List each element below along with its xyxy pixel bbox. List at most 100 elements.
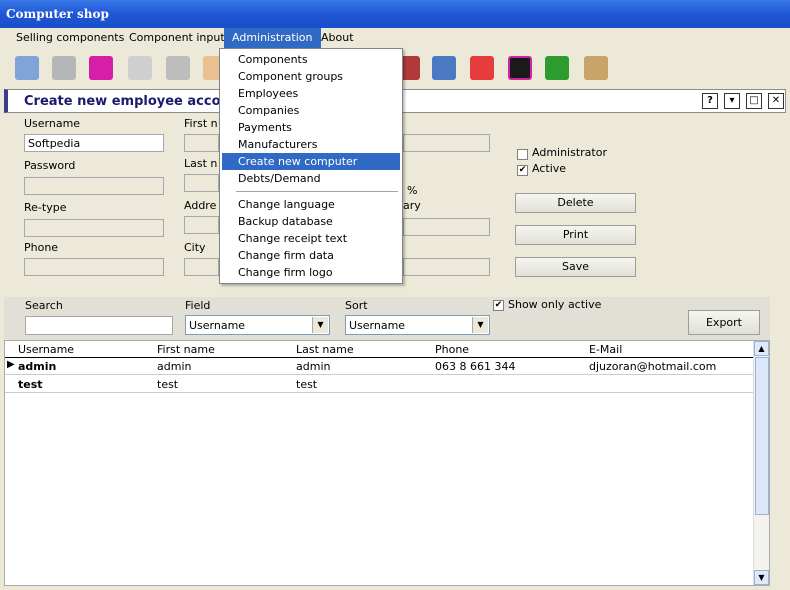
menu-item-backup-database[interactable]: Backup database [222, 213, 400, 230]
table-row[interactable]: test test test [5, 376, 755, 393]
menu-bar: Selling components Component input Admin… [0, 28, 790, 48]
scroll-thumb[interactable] [755, 357, 769, 515]
grid-header: Username First name Last name Phone E-Ma… [5, 341, 755, 358]
address-label: Addre [184, 199, 217, 212]
window-title: Computer shop [6, 7, 109, 21]
help-icon[interactable]: ? [702, 93, 718, 109]
vertical-scrollbar[interactable]: ▲ ▼ [753, 341, 769, 585]
page-title: Create new employee acco [24, 94, 221, 109]
menu-item-payments[interactable]: Payments [222, 119, 400, 136]
phone-input[interactable] [24, 258, 164, 276]
active-label: Active [532, 162, 567, 175]
retype-label: Re-type [24, 201, 67, 214]
field-label: Field [185, 299, 211, 312]
row-pointer-icon: ▶ [7, 359, 15, 370]
tools-icon[interactable] [166, 56, 190, 80]
speaker-icon[interactable] [508, 56, 532, 80]
salary-input[interactable] [403, 218, 490, 236]
col-last-name[interactable]: Last name [296, 343, 354, 356]
firstname-label: First n [184, 117, 218, 130]
city-input[interactable] [184, 258, 219, 276]
percent-label: % [407, 184, 418, 197]
dollar-icon[interactable] [545, 56, 569, 80]
cell-phone[interactable]: 063 8 661 344 [435, 360, 515, 373]
print-button[interactable]: Print [515, 225, 636, 245]
phone-label: Phone [24, 241, 59, 254]
col-email[interactable]: E-Mail [589, 343, 622, 356]
field-select[interactable]: Username ▼ [185, 315, 330, 335]
cell-email[interactable]: djuzoran@hotmail.com [589, 360, 716, 373]
lastname-label: Last n [184, 157, 218, 170]
chevron-down-icon[interactable]: ▼ [472, 317, 488, 333]
title-bar: Computer shop [0, 0, 790, 28]
field-select-value: Username [189, 319, 246, 332]
chevron-down-icon[interactable]: ▼ [312, 317, 328, 333]
menu-item-manufacturers[interactable]: Manufacturers [222, 136, 400, 153]
cell-first-name[interactable]: admin [157, 360, 191, 373]
username-label: Username [24, 117, 81, 130]
search-input[interactable] [25, 316, 173, 335]
menu-about[interactable]: About [313, 28, 362, 48]
save-button[interactable]: Save [515, 257, 636, 277]
pen-icon[interactable] [128, 56, 152, 80]
eye-icon[interactable] [470, 56, 494, 80]
menu-item-change-receipt-text[interactable]: Change receipt text [222, 230, 400, 247]
menu-separator [236, 191, 398, 192]
menu-item-companies[interactable]: Companies [222, 102, 400, 119]
cell-username[interactable]: test [18, 378, 43, 391]
show-only-active-checkbox[interactable]: ✔ [493, 300, 504, 311]
maximize-icon[interactable]: □ [746, 93, 762, 109]
password-label: Password [24, 159, 76, 172]
salary-label: ary [403, 199, 421, 212]
cell-username[interactable]: admin [18, 360, 56, 373]
col-username[interactable]: Username [18, 343, 74, 356]
network-icon[interactable] [432, 56, 456, 80]
sort-select[interactable]: Username ▼ [345, 315, 490, 335]
field-right-1[interactable] [403, 134, 490, 152]
delete-button[interactable]: Delete [515, 193, 636, 213]
city-label: City [184, 241, 206, 254]
menu-item-create-computer-system[interactable]: Create new computer system [222, 153, 400, 185]
menu-item-change-firm-data[interactable]: Change firm data [222, 247, 400, 264]
menu-administration[interactable]: Administration [224, 28, 321, 48]
close-icon[interactable]: ✕ [768, 93, 784, 109]
scroll-up-icon[interactable]: ▲ [754, 341, 769, 356]
menu-item-component-groups[interactable]: Component groups [222, 68, 400, 85]
search-label: Search [25, 299, 63, 312]
administrator-label: Administrator [532, 146, 607, 159]
firstname-input[interactable] [184, 134, 219, 152]
menu-selling-components[interactable]: Selling components [8, 28, 132, 48]
administration-menu: Components Component groups Employees Co… [219, 48, 403, 284]
cell-last-name[interactable]: admin [296, 360, 330, 373]
menu-item-change-firm-logo[interactable]: Change firm logo [222, 264, 400, 281]
username-value: Softpedia [28, 137, 81, 150]
cell-last-name[interactable]: test [296, 378, 317, 391]
table-row[interactable]: ▶ admin admin admin 063 8 661 344 djuzor… [5, 358, 755, 375]
password-input[interactable] [24, 177, 164, 195]
lastname-input[interactable] [184, 174, 219, 192]
scroll-down-icon[interactable]: ▼ [754, 570, 769, 585]
menu-item-change-language[interactable]: Change language [222, 196, 400, 213]
computer-icon[interactable] [15, 56, 39, 80]
active-checkbox[interactable]: ✔ [517, 165, 528, 176]
menu-item-employees[interactable]: Employees [222, 85, 400, 102]
cell-first-name[interactable]: test [157, 378, 178, 391]
administrator-checkbox[interactable] [517, 149, 528, 160]
col-first-name[interactable]: First name [157, 343, 215, 356]
employee-grid: Username First name Last name Phone E-Ma… [4, 340, 770, 586]
address-input[interactable] [184, 216, 219, 234]
chip-icon[interactable] [89, 56, 113, 80]
minimize-icon[interactable]: ▾ [724, 93, 740, 109]
tower-icon[interactable] [52, 56, 76, 80]
retype-input[interactable] [24, 219, 164, 237]
menu-component-input[interactable]: Component input [121, 28, 233, 48]
menu-item-debts-demand[interactable]: Debts/Demand [222, 170, 400, 187]
export-button[interactable]: Export [688, 310, 760, 335]
username-input[interactable]: Softpedia [24, 134, 164, 152]
sort-label: Sort [345, 299, 368, 312]
menu-item-components[interactable]: Components [222, 51, 400, 68]
clock-icon[interactable] [584, 56, 608, 80]
col-phone[interactable]: Phone [435, 343, 469, 356]
sort-select-value: Username [349, 319, 406, 332]
field-right-3[interactable] [403, 258, 490, 276]
